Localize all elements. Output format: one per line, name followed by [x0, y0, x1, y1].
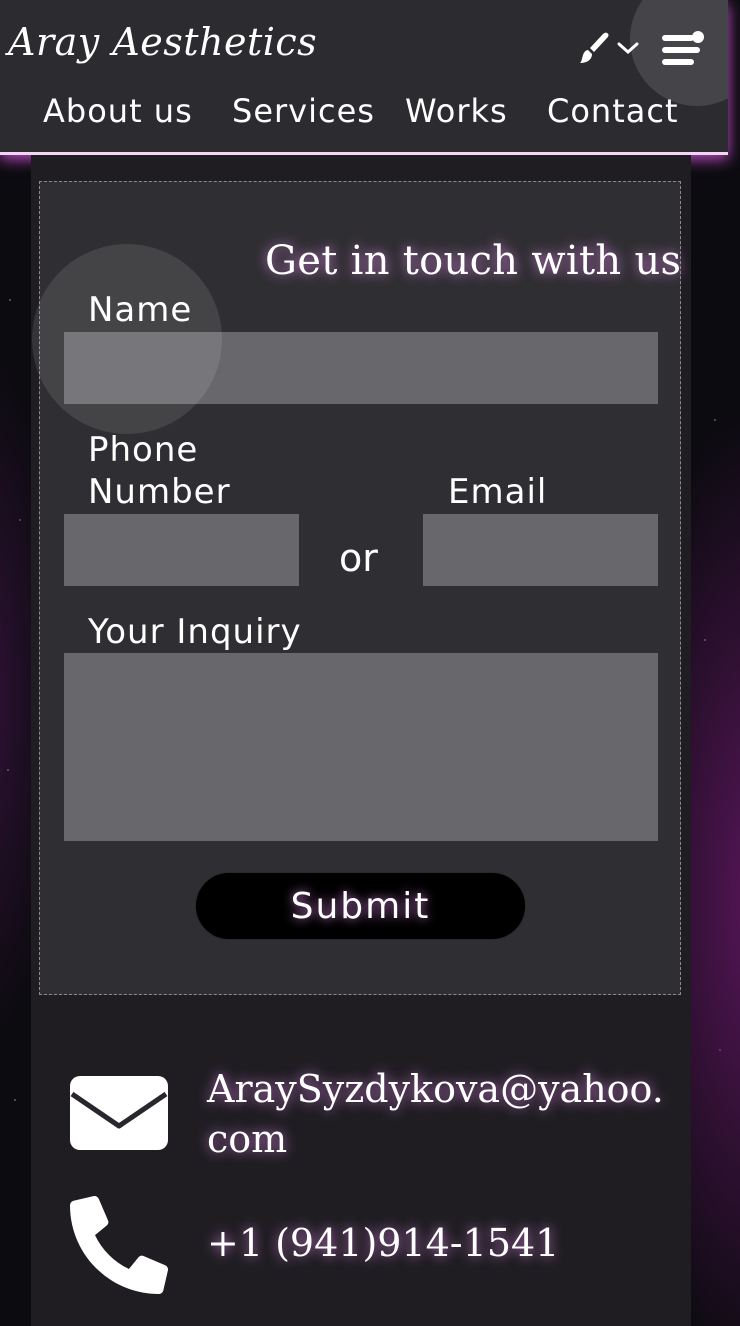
- nav-about-us[interactable]: About us: [43, 92, 193, 130]
- phone-icon: [70, 1196, 168, 1294]
- envelope-icon: [70, 1076, 168, 1150]
- contact-phone[interactable]: +1 (941)914-1541: [207, 1218, 559, 1268]
- nav-works[interactable]: Works: [405, 92, 508, 130]
- contact-email-line2: com: [207, 1117, 288, 1161]
- form-title: Get in touch with us: [265, 238, 682, 284]
- submit-button[interactable]: Submit: [195, 872, 526, 940]
- menu-button[interactable]: [660, 30, 706, 70]
- email-input[interactable]: [423, 514, 658, 586]
- paintbrush-icon: [580, 32, 609, 63]
- name-label: Name: [88, 290, 193, 330]
- phone-input[interactable]: [64, 514, 299, 586]
- contact-email-line1: AraySyzdykova@yahoo.: [207, 1067, 664, 1111]
- phone-label-line1: Phone: [88, 430, 199, 470]
- hamburger-menu-icon: [662, 31, 704, 65]
- nav-services[interactable]: Services: [232, 92, 375, 130]
- nav-contact[interactable]: Contact: [547, 92, 679, 130]
- or-separator: or: [339, 536, 378, 580]
- main-nav: About us Services Works Contact: [0, 92, 728, 136]
- name-input[interactable]: [64, 332, 658, 404]
- site-header: Aray Aesthetics About us Services Works …: [0, 0, 728, 155]
- inquiry-label: Your Inquiry: [88, 612, 302, 652]
- phone-label-line2: Number: [88, 472, 231, 512]
- inquiry-textarea[interactable]: [64, 653, 658, 841]
- contact-email[interactable]: AraySyzdykova@yahoo. com: [207, 1064, 664, 1164]
- email-label: Email: [448, 472, 548, 512]
- site-logo[interactable]: Aray Aesthetics: [8, 20, 317, 64]
